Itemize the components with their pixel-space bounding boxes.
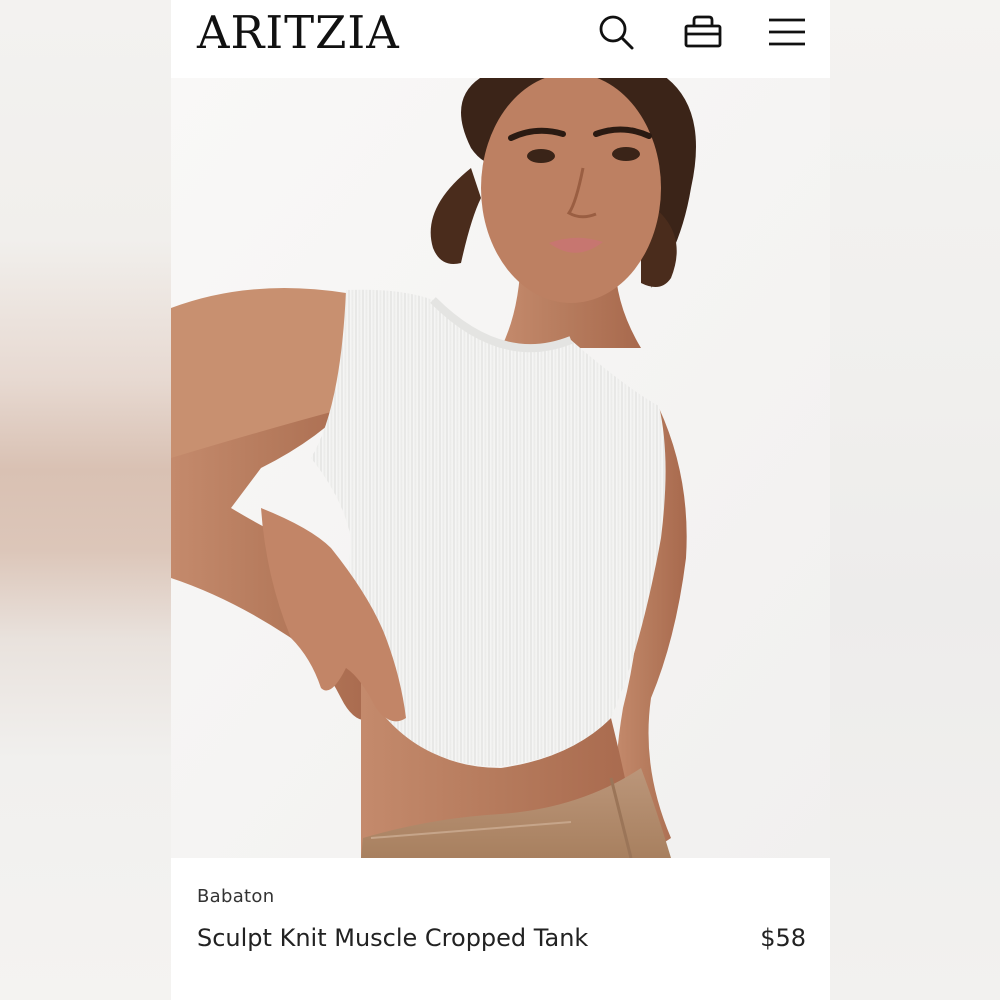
bag-icon[interactable] [683, 12, 723, 52]
menu-icon[interactable] [767, 12, 807, 52]
brand-logo[interactable]: ARITZIA [197, 5, 400, 61]
search-icon[interactable] [596, 12, 636, 52]
product-image[interactable] [171, 78, 830, 858]
site-header: ARITZIA [171, 0, 830, 78]
blurred-backdrop-right [830, 0, 1000, 1000]
mobile-page: ARITZIA Babaton Sculpt Knit Muscle Cropp… [171, 0, 830, 1000]
product-price: $58 [760, 924, 806, 952]
product-info: Babaton Sculpt Knit Muscle Cropped Tank … [171, 858, 830, 1000]
product-brand[interactable]: Babaton [197, 886, 274, 907]
blurred-backdrop-left [0, 0, 171, 1000]
product-name[interactable]: Sculpt Knit Muscle Cropped Tank [197, 918, 617, 958]
